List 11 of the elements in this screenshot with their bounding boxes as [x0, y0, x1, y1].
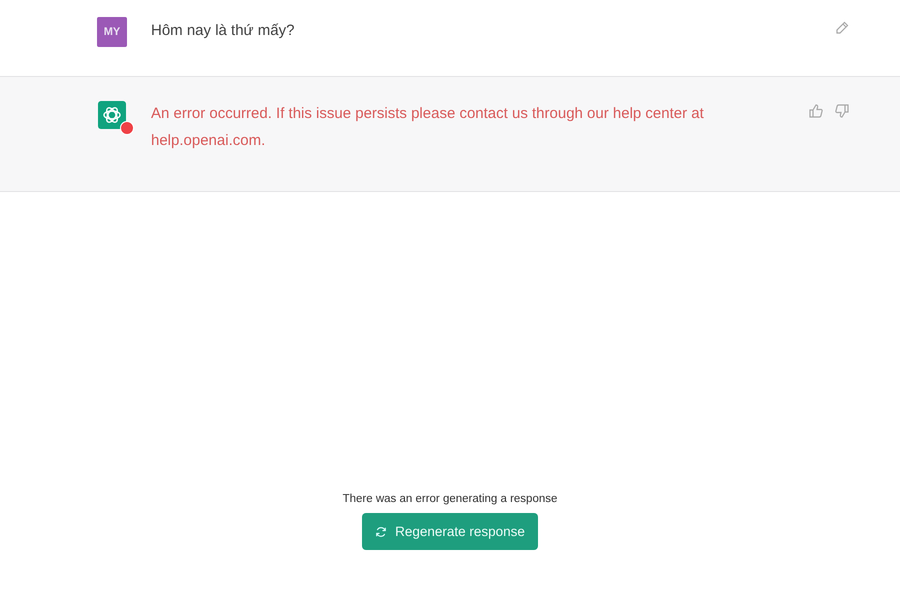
message-text: An error occurred. If this issue persists please contact us through our help center at help.openai.com.: [151, 104, 705, 151]
regenerate-button[interactable]: Regenerate response: [362, 513, 538, 550]
error-badge-icon: [120, 121, 134, 135]
message-text: Hôm nay là thứ mấy?: [151, 21, 296, 41]
edit-icon[interactable]: [834, 20, 850, 36]
error-text: There was an error generating a response: [342, 493, 558, 505]
user-avatar: MY: [97, 17, 127, 47]
thumbs-up-icon[interactable]: [808, 103, 824, 119]
refresh-icon: [375, 526, 388, 538]
assistant-avatar: [98, 101, 126, 129]
thumbs-down-icon[interactable]: [834, 103, 850, 119]
